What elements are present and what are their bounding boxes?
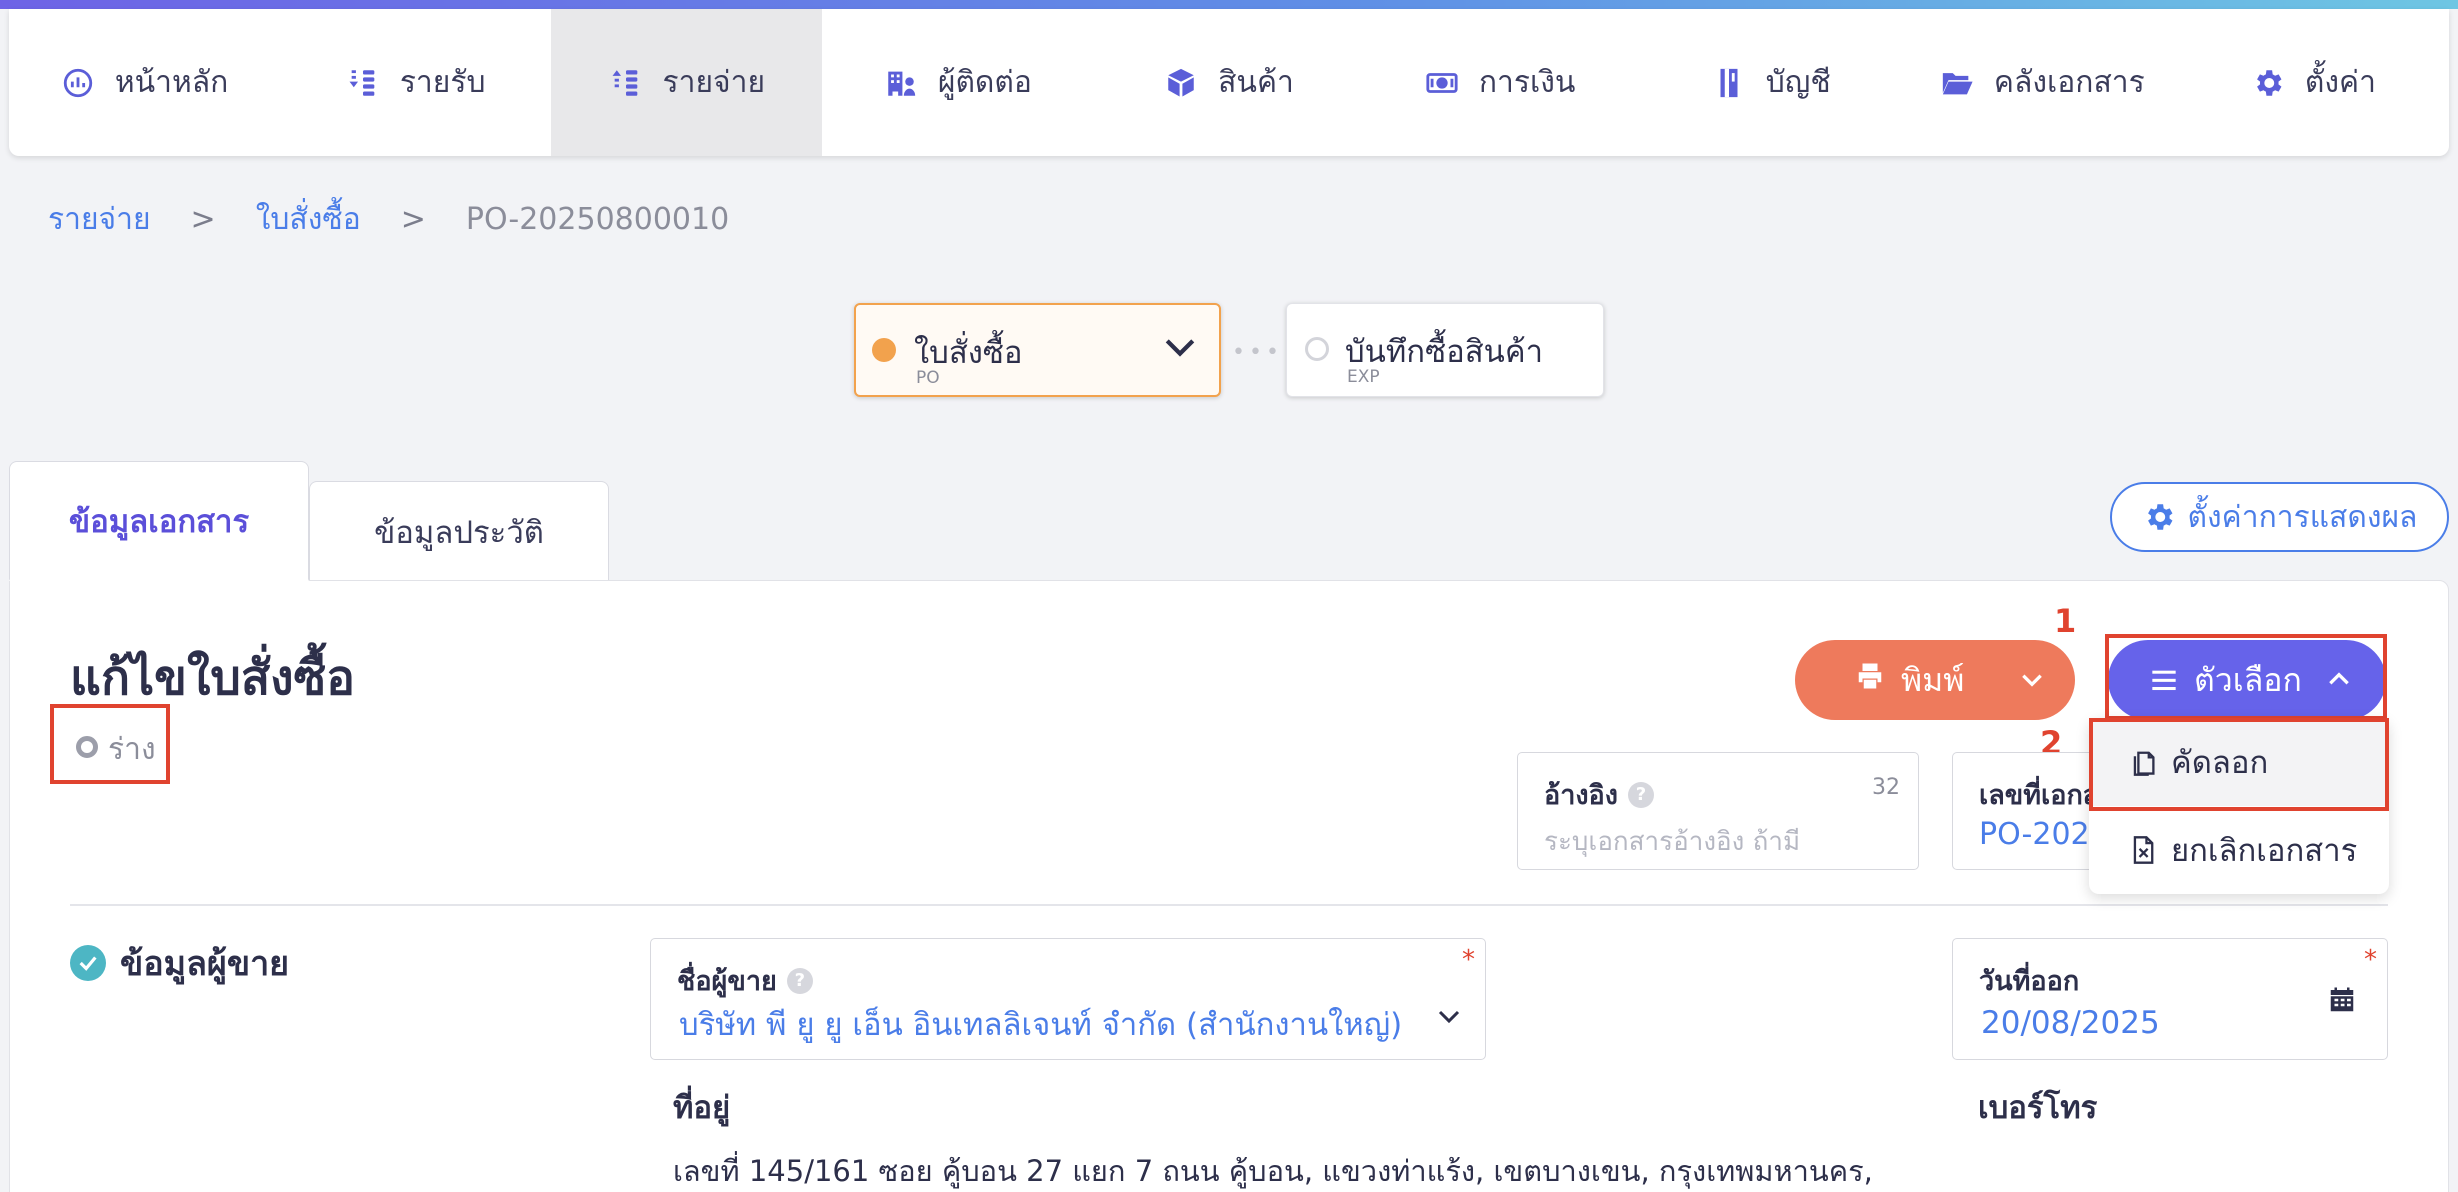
- dashboard-chart-icon: [61, 66, 95, 100]
- nav-item-label: หน้าหลัก: [114, 65, 229, 100]
- print-label: พิมพ์: [1901, 660, 1965, 699]
- tab-document-info[interactable]: ข้อมูลเอกสาร: [9, 461, 309, 581]
- calendar-icon[interactable]: [2327, 985, 2357, 1015]
- vendor-name-label: ชื่อผู้ขาย ?: [677, 959, 813, 1002]
- doc-number-value[interactable]: PO-20250800010: [1979, 817, 2092, 852]
- menu-item-copy[interactable]: คัดลอก: [2089, 718, 2389, 806]
- nav-item-expense[interactable]: รายจ่าย: [551, 9, 823, 156]
- section-divider: [70, 904, 2388, 906]
- nav-item-products[interactable]: สินค้า: [1093, 9, 1364, 156]
- chevron-up-icon: [2329, 672, 2349, 685]
- breadcrumb-current: PO-20250800010: [465, 202, 730, 237]
- nav-item-contacts[interactable]: ผู้ติดต่อ: [822, 9, 1093, 156]
- doc-number-field[interactable]: เลขที่เอกสาร PO-20250800010: [1952, 752, 2092, 870]
- breadcrumb: รายจ่าย > ใบสั่งซื้อ > PO-20250800010: [48, 196, 729, 243]
- address-label: ที่อยู่: [673, 1090, 731, 1126]
- copy-icon: [2133, 751, 2155, 776]
- step-status-dot: [872, 338, 896, 362]
- nav-item-settings[interactable]: ตั้งค่า: [2178, 9, 2449, 156]
- product-box-icon: [1164, 66, 1198, 100]
- printer-icon: [1855, 661, 1885, 699]
- display-settings-button[interactable]: ตั้งค่าการแสดงผล: [2110, 482, 2449, 552]
- nav-item-label: รายจ่าย: [662, 65, 766, 100]
- nav-item-home[interactable]: หน้าหลัก: [9, 9, 280, 156]
- workflow-connector: •••: [1232, 340, 1283, 365]
- nav-item-label: ตั้งค่า: [2304, 65, 2376, 100]
- accounting-book-icon: [1712, 66, 1746, 100]
- tab-history-info[interactable]: ข้อมูลประวัติ: [309, 481, 609, 581]
- reference-max-length: 32: [1872, 775, 1900, 800]
- nav-item-label: ผู้ติดต่อ: [937, 65, 1032, 100]
- options-button[interactable]: ตัวเลือก: [2108, 640, 2386, 720]
- nav-item-label: รายรับ: [399, 65, 486, 100]
- nav-item-label: สินค้า: [1218, 65, 1294, 100]
- money-icon: [1425, 66, 1459, 100]
- workflow-step-po[interactable]: ใบสั่งซื้อ PO: [854, 303, 1221, 397]
- status-badge: ร่าง: [50, 704, 170, 784]
- address-text: เลขที่ 145/161 ซอย คู้บอน 27 แยก 7 ถนน ค…: [673, 1154, 1873, 1188]
- print-button[interactable]: พิมพ์: [1795, 640, 2075, 720]
- step-code: EXP: [1347, 367, 1380, 387]
- step-status-dot: [1305, 337, 1329, 361]
- gear-icon: [2251, 66, 2285, 100]
- menu-item-label: ยกเลิกเอกสาร: [2171, 833, 2358, 869]
- vendor-section-title: ข้อมูลผู้ขาย: [70, 936, 289, 990]
- step-code: PO: [916, 368, 940, 388]
- workflow-step-exp[interactable]: บันทึกซื้อสินค้า EXP: [1286, 303, 1604, 397]
- status-text: ร่าง: [108, 732, 156, 767]
- breadcrumb-po-link[interactable]: ใบสั่งซื้อ: [256, 196, 361, 243]
- display-settings-label: ตั้งค่าการแสดงผล: [2187, 499, 2418, 535]
- nav-item-documents[interactable]: คลังเอกสาร: [1907, 9, 2178, 156]
- breadcrumb-expense-link[interactable]: รายจ่าย: [48, 196, 151, 243]
- reference-input[interactable]: ระบุเอกสารอ้างอิง ถ้ามี: [1544, 821, 1800, 862]
- issue-date-label: วันที่ออก: [1979, 966, 2080, 997]
- issue-date-value[interactable]: 20/08/2025: [1981, 1005, 2160, 1041]
- folder-open-icon: [1940, 66, 1974, 100]
- contacts-building-icon: [884, 66, 918, 100]
- vendor-name-value[interactable]: บริษัท พี ยู ยู เอ็น อินเทลลิเจนท์ จำกัด…: [679, 999, 1402, 1049]
- required-asterisk: *: [1462, 945, 1475, 975]
- menu-lines-icon: [2152, 670, 2176, 691]
- vendor-section-title-text: ข้อมูลผู้ขาย: [120, 944, 290, 984]
- status-dot-icon: [76, 736, 98, 758]
- chevron-down-icon[interactable]: [1437, 1007, 1461, 1027]
- reference-label: อ้างอิง ?: [1544, 773, 1654, 816]
- help-icon[interactable]: ?: [786, 967, 813, 994]
- gear-icon: [2147, 504, 2172, 530]
- nav-item-label: คลังเอกสาร: [1993, 65, 2145, 100]
- nav-item-income[interactable]: รายรับ: [280, 9, 551, 156]
- nav-item-finance[interactable]: การเงิน: [1365, 9, 1636, 156]
- reference-field[interactable]: อ้างอิง ? 32 ระบุเอกสารอ้างอิง ถ้ามี: [1517, 752, 1919, 870]
- top-accent-stripe: [0, 0, 2458, 9]
- annotation-number-1: 1: [2054, 602, 2077, 640]
- breadcrumb-separator: >: [190, 202, 216, 237]
- nav-item-label: การเงิน: [1478, 65, 1576, 100]
- cancel-file-icon: [2133, 836, 2154, 864]
- menu-item-label: คัดลอก: [2171, 745, 2269, 781]
- vendor-name-label-text: ชื่อผู้ขาย: [677, 966, 777, 997]
- reference-label-text: อ้างอิง: [1544, 780, 1618, 811]
- chevron-down-icon: [1165, 339, 1195, 357]
- vendor-name-field[interactable]: ชื่อผู้ขาย ? * บริษัท พี ยู ยู เอ็น อินเ…: [650, 938, 1486, 1060]
- help-icon[interactable]: ?: [1627, 781, 1654, 808]
- doc-number-label: เลขที่เอกสาร: [1979, 780, 2092, 811]
- issue-date-field[interactable]: วันที่ออก * 20/08/2025: [1952, 938, 2388, 1060]
- options-label: ตัวเลือก: [2194, 660, 2302, 699]
- phone-label: เบอร์โทร: [1978, 1090, 2098, 1126]
- chevron-down-icon[interactable]: [2019, 667, 2045, 693]
- menu-item-cancel-document[interactable]: ยกเลิกเอกสาร: [2089, 806, 2389, 894]
- main-navbar: หน้าหลัก รายรับ รายจ่าย ผู้ติดต่อ สินค้า…: [9, 9, 2449, 156]
- check-circle-icon: [70, 945, 106, 981]
- breadcrumb-separator: >: [400, 202, 426, 237]
- options-dropdown-menu: คัดลอก ยกเลิกเอกสาร: [2089, 718, 2389, 894]
- required-asterisk: *: [2364, 945, 2377, 975]
- nav-item-label: บัญชี: [1765, 65, 1831, 100]
- nav-item-accounting[interactable]: บัญชี: [1636, 9, 1907, 156]
- expense-icon: [609, 66, 643, 100]
- income-icon: [346, 66, 380, 100]
